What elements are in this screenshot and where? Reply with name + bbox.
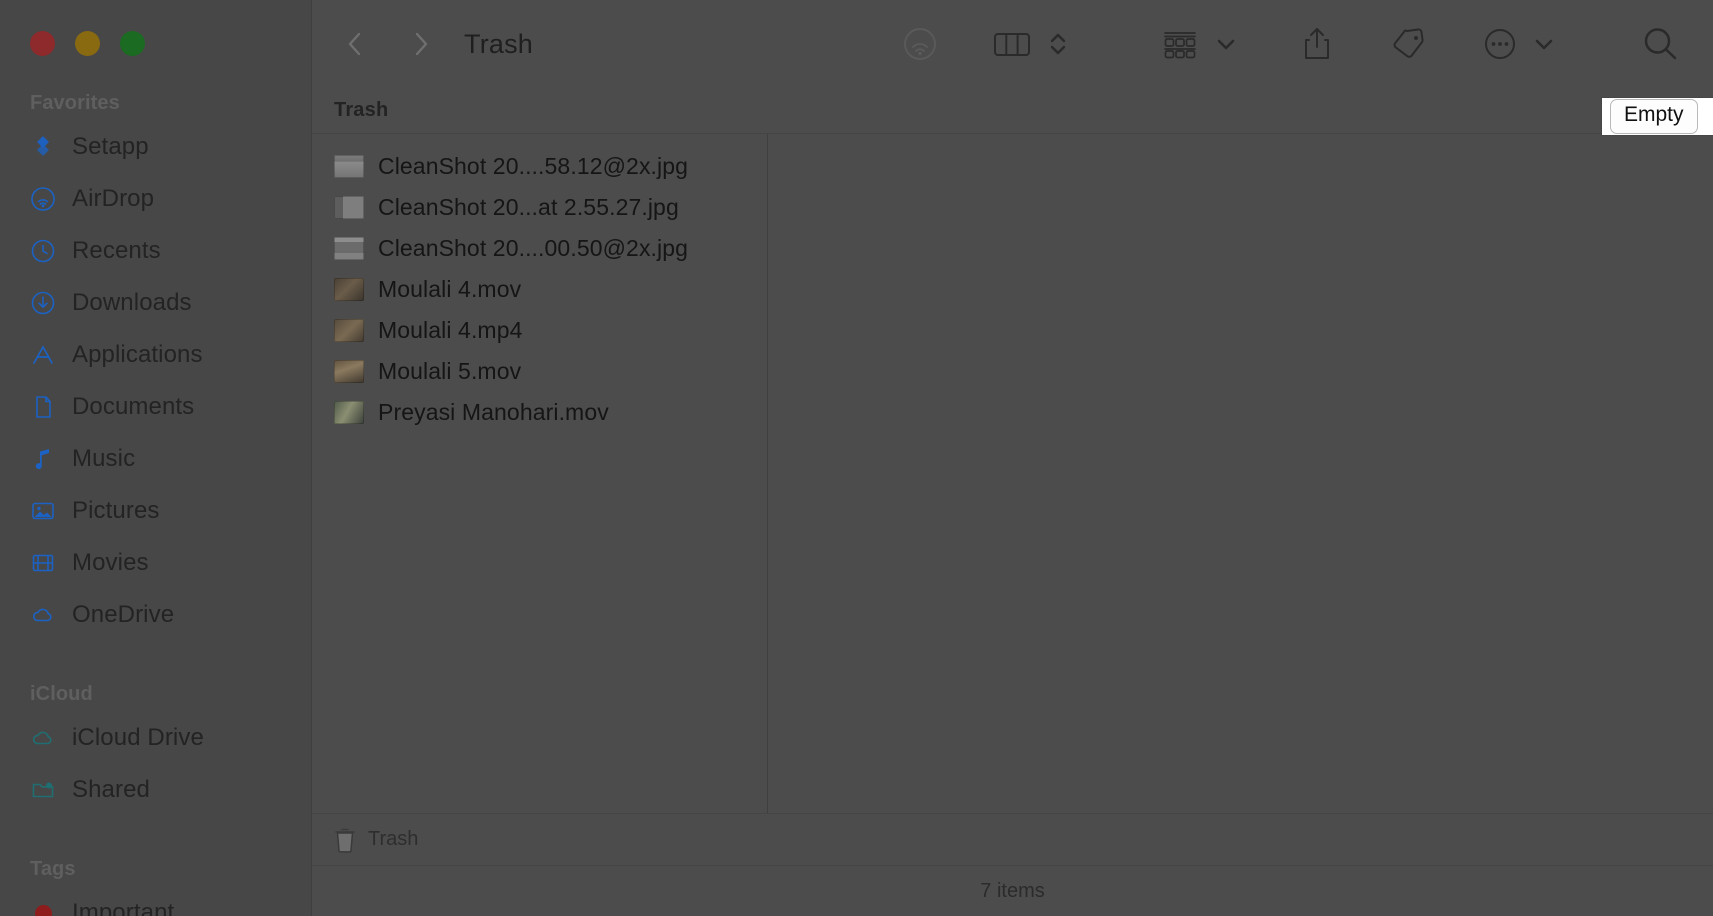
red-tag-dot-icon xyxy=(30,900,56,916)
sidebar-section-icloud-title: iCloud xyxy=(30,683,93,705)
sidebar: Favorites Setapp AirDrop Recents Downloa… xyxy=(0,0,311,916)
sidebar-item-label: Music xyxy=(72,445,136,472)
sidebar-item-label: Shared xyxy=(72,776,150,803)
path-bar: Trash xyxy=(312,814,1713,866)
airdrop-icon xyxy=(30,186,56,212)
sidebar-item-label: Important xyxy=(72,899,175,916)
column-browser: CleanShot 20....58.12@2x.jpg CleanShot 2… xyxy=(312,134,1713,814)
chevron-down-icon[interactable] xyxy=(1209,19,1243,69)
toolbar: Trash xyxy=(312,0,1713,88)
forward-button[interactable] xyxy=(400,23,442,65)
sidebar-item-label: Pictures xyxy=(72,497,160,524)
sidebar-item-icloud-drive[interactable]: iCloud Drive xyxy=(0,712,311,764)
video-thumbnail-icon xyxy=(334,278,364,301)
file-list-column[interactable]: CleanShot 20....58.12@2x.jpg CleanShot 2… xyxy=(312,134,768,813)
sidebar-item-label: Applications xyxy=(72,341,203,368)
sidebar-item-important[interactable]: Important xyxy=(0,887,311,916)
finder-window: Favorites Setapp AirDrop Recents Downloa… xyxy=(0,0,1713,916)
downloads-icon xyxy=(30,290,56,316)
icloud-drive-icon xyxy=(30,725,56,751)
file-name: Moulali 4.mp4 xyxy=(378,317,523,343)
document-icon xyxy=(30,394,56,420)
view-stepper-icon[interactable] xyxy=(1041,19,1075,69)
sidebar-item-shared[interactable]: Shared xyxy=(0,764,311,816)
movies-film-icon xyxy=(30,550,56,576)
group-by-icon[interactable] xyxy=(1155,19,1205,69)
chevron-down-icon[interactable] xyxy=(1527,19,1561,69)
recents-clock-icon xyxy=(30,238,56,264)
video-thumbnail-icon xyxy=(334,319,364,342)
sidebar-item-pictures[interactable]: Pictures xyxy=(0,485,311,537)
close-window-button[interactable] xyxy=(30,31,55,56)
pictures-icon xyxy=(30,498,56,524)
page-title: Trash xyxy=(464,28,534,59)
sidebar-item-label: Setapp xyxy=(72,133,149,160)
path-bar-label[interactable]: Trash xyxy=(368,828,418,851)
list-item[interactable]: CleanShot 20....00.50@2x.jpg xyxy=(312,228,767,269)
tag-icon[interactable] xyxy=(1383,19,1433,69)
empty-trash-button[interactable]: Empty xyxy=(1610,99,1698,134)
share-icon[interactable] xyxy=(1295,19,1339,69)
sidebar-section-tags-title: Tags xyxy=(30,858,76,880)
setapp-icon xyxy=(30,134,56,160)
list-item[interactable]: Moulali 4.mov xyxy=(312,269,767,310)
sidebar-item-downloads[interactable]: Downloads xyxy=(0,277,311,329)
sidebar-item-label: AirDrop xyxy=(72,185,155,212)
sidebar-item-label: Recents xyxy=(72,237,161,264)
item-count-label: 7 items xyxy=(980,879,1045,902)
sidebar-item-recents[interactable]: Recents xyxy=(0,225,311,277)
maximize-window-button[interactable] xyxy=(120,31,145,56)
list-item[interactable]: Preyasi Manohari.mov xyxy=(312,392,767,433)
list-item[interactable]: CleanShot 20....58.12@2x.jpg xyxy=(312,146,767,187)
trash-header-label: Trash xyxy=(334,99,389,121)
sidebar-item-label: OneDrive xyxy=(72,601,175,628)
file-name: Moulali 5.mov xyxy=(378,358,522,384)
trash-header-bar: Trash Empty xyxy=(312,88,1713,135)
file-name: Preyasi Manohari.mov xyxy=(378,399,609,425)
shared-folder-icon xyxy=(30,777,56,803)
file-name: CleanShot 20....00.50@2x.jpg xyxy=(378,235,689,261)
image-thumbnail-icon xyxy=(334,196,364,219)
sidebar-item-label: Movies xyxy=(72,549,149,576)
back-button[interactable] xyxy=(334,23,376,65)
file-name: Moulali 4.mov xyxy=(378,276,522,302)
image-thumbnail-icon xyxy=(334,237,364,260)
preview-column xyxy=(768,134,1713,813)
more-controls xyxy=(1477,19,1561,69)
airdrop-icon[interactable] xyxy=(897,19,943,69)
list-item[interactable]: CleanShot 20...at 2.55.27.jpg xyxy=(312,187,767,228)
trash-can-icon xyxy=(334,827,356,853)
main-area: Trash Trash Empty CleanShot 20....58.12@… xyxy=(311,0,1713,916)
status-bar: 7 items xyxy=(312,866,1713,916)
minimize-window-button[interactable] xyxy=(75,31,100,56)
group-controls xyxy=(1155,19,1243,69)
sidebar-item-label: Downloads xyxy=(72,289,192,316)
view-controls xyxy=(987,19,1075,69)
search-icon[interactable] xyxy=(1635,19,1685,69)
list-item[interactable]: Moulali 5.mov xyxy=(312,351,767,392)
sidebar-item-label: Documents xyxy=(72,393,195,420)
sidebar-item-applications[interactable]: Applications xyxy=(0,329,311,381)
more-actions-icon[interactable] xyxy=(1477,19,1523,69)
sidebar-item-documents[interactable]: Documents xyxy=(0,381,311,433)
image-thumbnail-icon xyxy=(334,155,364,178)
empty-button-highlight: Empty xyxy=(1602,98,1713,135)
music-note-icon xyxy=(30,446,56,472)
traffic-lights xyxy=(0,0,311,56)
video-thumbnail-icon xyxy=(334,360,364,383)
cloud-icon xyxy=(30,602,56,628)
sidebar-item-airdrop[interactable]: AirDrop xyxy=(0,173,311,225)
sidebar-item-setapp[interactable]: Setapp xyxy=(0,121,311,173)
file-name: CleanShot 20...at 2.55.27.jpg xyxy=(378,194,679,220)
sidebar-item-label: iCloud Drive xyxy=(72,724,204,751)
sidebar-item-music[interactable]: Music xyxy=(0,433,311,485)
list-item[interactable]: Moulali 4.mp4 xyxy=(312,310,767,351)
video-thumbnail-icon xyxy=(334,401,364,424)
sidebar-section-favorites-title: Favorites xyxy=(30,92,120,114)
column-view-icon[interactable] xyxy=(987,19,1037,69)
file-name: CleanShot 20....58.12@2x.jpg xyxy=(378,153,689,179)
sidebar-item-onedrive[interactable]: OneDrive xyxy=(0,589,311,641)
sidebar-item-movies[interactable]: Movies xyxy=(0,537,311,589)
applications-icon xyxy=(30,342,56,368)
